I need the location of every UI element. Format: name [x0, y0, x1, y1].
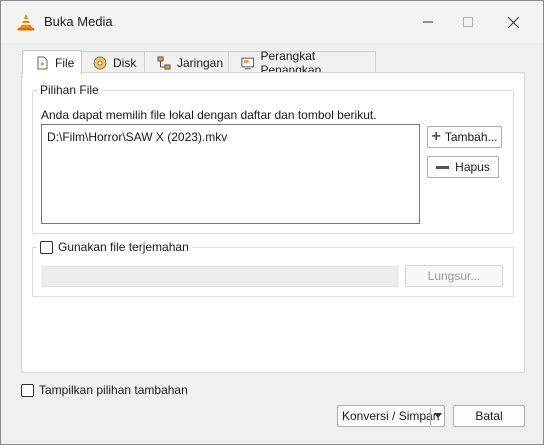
tab-file[interactable]: File: [22, 50, 82, 74]
minimize-icon: [423, 21, 433, 23]
tab-disk[interactable]: Disk: [80, 51, 146, 73]
tab-jaringan-label: Jaringan: [177, 55, 224, 70]
capture-device-icon: [241, 57, 255, 69]
more-options-label: Tampilkan pilihan tambahan: [39, 383, 188, 397]
split-divider: [430, 408, 431, 425]
subtitle-checkbox-label: Gunakan file terjemahan: [58, 240, 189, 254]
add-file-label: Tambah...: [444, 130, 498, 144]
vlc-cone-icon: [18, 14, 34, 31]
tab-jaringan[interactable]: Jaringan: [144, 51, 230, 73]
subtitle-checkbox-row: Gunakan file terjemahan: [37, 240, 192, 254]
tab-file-label: File: [55, 55, 75, 70]
title-bar: Buka Media: [1, 1, 543, 43]
list-item[interactable]: D:\Film\Horror\SAW X (2023).mkv: [47, 130, 227, 144]
subtitle-file-input[interactable]: [42, 266, 398, 287]
file-hint-text: Anda dapat memilih file lokal dengan daf…: [41, 108, 377, 122]
convert-save-button[interactable]: Konversi / Simpan: [337, 405, 445, 427]
more-options-checkbox[interactable]: [21, 384, 34, 397]
cancel-label: Batal: [475, 409, 503, 423]
remove-file-label: Hapus: [455, 160, 490, 174]
close-icon: [507, 16, 519, 28]
subtitle-checkbox[interactable]: [40, 240, 53, 254]
open-media-dialog: Buka Media File Disk Jaringan Perangkat …: [0, 0, 544, 445]
tab-perangkat-penangkap[interactable]: Perangkat Penangkap: [228, 49, 376, 77]
chevron-down-icon[interactable]: [434, 413, 442, 419]
tab-disk-label: Disk: [113, 55, 137, 70]
plus-icon: +: [431, 128, 441, 145]
minus-icon: [436, 165, 450, 169]
disc-icon: [93, 56, 107, 69]
remove-file-button[interactable]: Hapus: [427, 156, 499, 178]
maximize-button[interactable]: [446, 9, 490, 35]
file-list[interactable]: D:\Film\Horror\SAW X (2023).mkv: [41, 124, 420, 224]
file-selection-group-label: Pilihan File: [37, 83, 102, 97]
maximize-icon: [463, 17, 473, 27]
convert-save-label: Konversi / Simpan: [342, 409, 440, 423]
browse-subtitle-label: Lungsur...: [427, 269, 481, 283]
file-icon: [37, 56, 48, 69]
cancel-button[interactable]: Batal: [453, 405, 525, 427]
window-title: Buka Media: [44, 14, 113, 29]
minimize-button[interactable]: [406, 9, 450, 35]
close-button[interactable]: [491, 9, 535, 35]
browse-subtitle-button[interactable]: Lungsur...: [405, 265, 503, 287]
network-icon: [157, 56, 171, 69]
add-file-button[interactable]: + Tambah...: [427, 126, 502, 148]
